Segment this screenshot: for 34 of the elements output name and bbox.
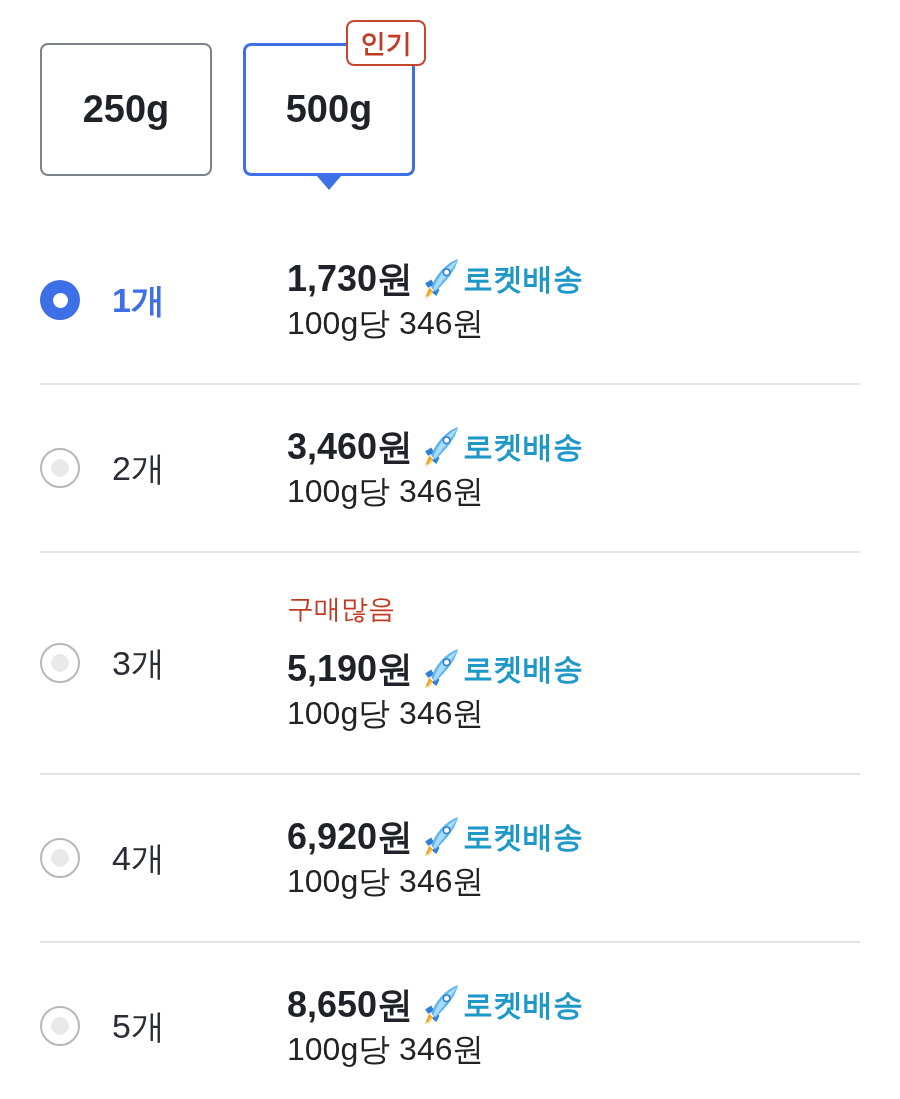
rocket-icon — [423, 984, 460, 1026]
weight-option[interactable]: 250g — [40, 43, 212, 176]
price-text: 6,920원 — [287, 815, 414, 859]
rocket-icon — [423, 816, 460, 858]
radio-button[interactable] — [40, 448, 80, 488]
unit-price-text: 100g당 346원 — [287, 694, 486, 733]
price-text: 8,650원 — [287, 983, 414, 1027]
pointer-icon — [317, 176, 341, 190]
delivery-label: 로켓배송 — [463, 819, 584, 855]
radio-button[interactable] — [40, 643, 80, 683]
delivery-label: 로켓배송 — [463, 261, 584, 297]
quantity-label: 4개 — [112, 837, 166, 879]
delivery-label: 로켓배송 — [463, 651, 584, 687]
radio-button[interactable] — [40, 1006, 80, 1046]
radio-button[interactable] — [40, 280, 80, 320]
rocket-icon — [423, 648, 460, 690]
unit-price-text: 100g당 346원 — [287, 304, 486, 343]
unit-price-text: 100g당 346원 — [287, 862, 486, 901]
unit-price-text: 100g당 346원 — [287, 1030, 486, 1069]
popular-badge: 인기 — [346, 20, 426, 66]
delivery-label: 로켓배송 — [463, 987, 584, 1023]
quantity-label: 2개 — [112, 447, 166, 489]
best-seller-label: 구매많음 — [287, 593, 396, 626]
radio-button[interactable] — [40, 838, 80, 878]
quantity-label: 1개 — [112, 279, 166, 321]
price-text: 1,730원 — [287, 257, 414, 301]
quantity-label: 5개 — [112, 1005, 166, 1047]
price-text: 3,460원 — [287, 425, 414, 469]
rocket-icon — [423, 258, 460, 300]
price-text: 5,190원 — [287, 647, 414, 691]
delivery-label: 로켓배송 — [463, 429, 584, 465]
rocket-icon — [423, 426, 460, 468]
quantity-label: 3개 — [112, 642, 166, 684]
unit-price-text: 100g당 346원 — [287, 472, 486, 511]
